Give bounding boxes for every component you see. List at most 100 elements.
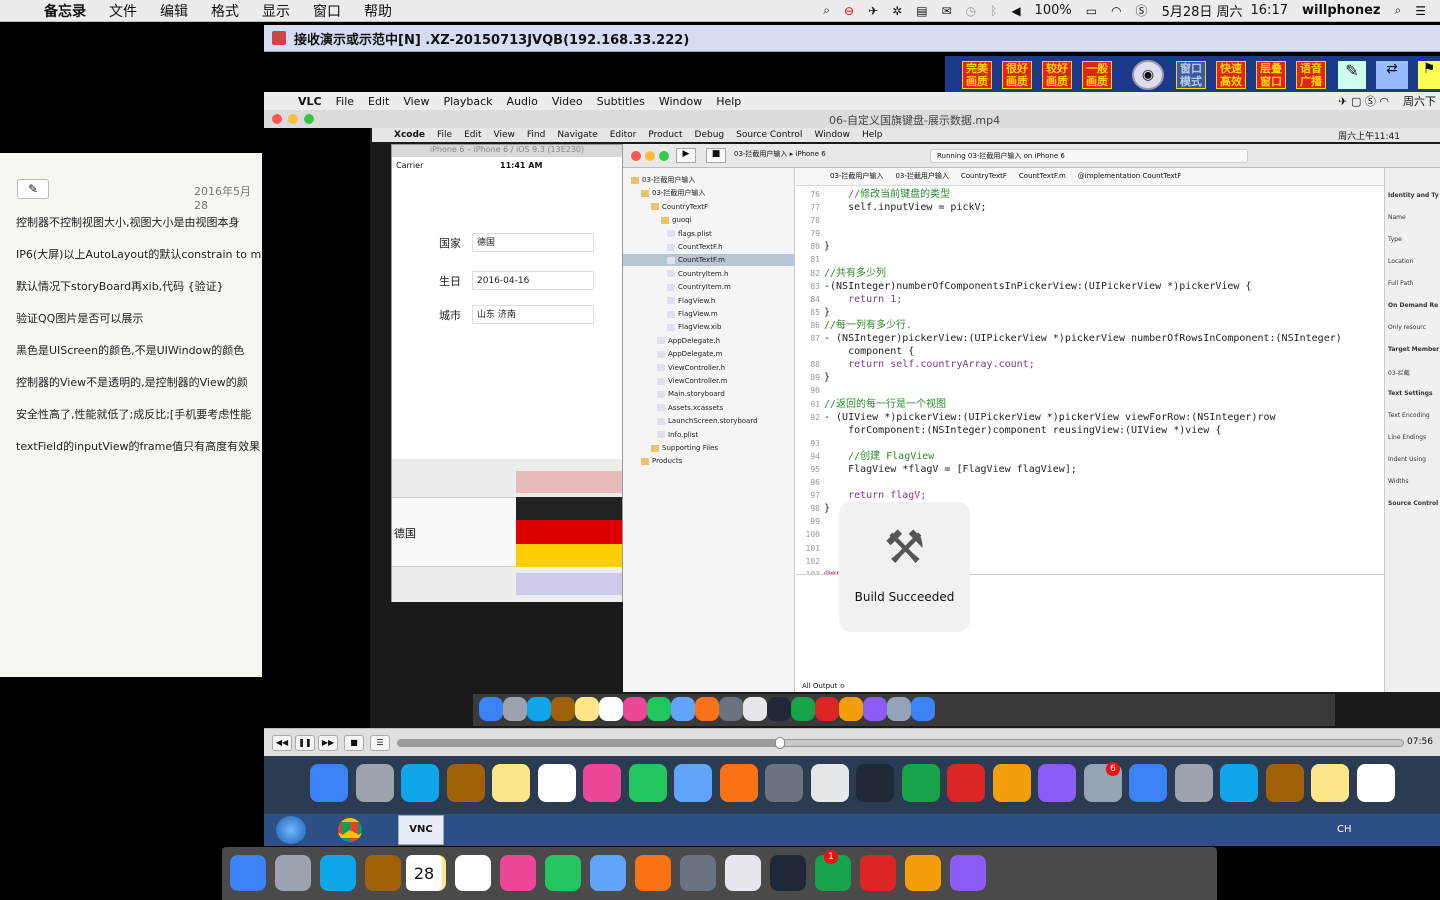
dock-app-icon[interactable] xyxy=(680,855,716,891)
remote-dock-app-icon[interactable] xyxy=(1311,764,1349,802)
dock-app-icon[interactable] xyxy=(590,855,626,891)
remote-dock-app-icon[interactable] xyxy=(355,764,394,802)
display-icon[interactable]: ▤ xyxy=(916,4,927,18)
navigator-item[interactable]: Info.plist xyxy=(623,429,794,441)
xcode-menu-debug[interactable]: Debug xyxy=(695,130,725,140)
navigator-item[interactable]: FlagView.xib xyxy=(623,321,794,333)
bug-icon[interactable]: ✲ xyxy=(892,4,902,18)
cascade-window-button[interactable]: 层叠窗口 xyxy=(1256,61,1286,89)
close-button[interactable] xyxy=(631,151,641,161)
note-line[interactable]: 默认情况下storyBoard再xib,代码 {验证} xyxy=(16,278,262,294)
inner-dock-app-icon[interactable] xyxy=(743,697,767,721)
inner-dock-app-icon[interactable] xyxy=(623,697,647,721)
code-line[interactable]: //返回的每一行是一个视图 xyxy=(824,398,1342,411)
remote-dock-app-icon[interactable] xyxy=(901,764,940,802)
code-line[interactable]: return flagV; xyxy=(824,489,1342,502)
code-line[interactable]: - (UIView *)pickerView:(UIPickerView *)p… xyxy=(824,411,1342,424)
network-icon[interactable]: ✈ xyxy=(868,4,878,18)
navigator-item[interactable]: LaunchScreen.storyboard xyxy=(623,415,794,427)
search-icon[interactable]: ⌕ xyxy=(1395,3,1402,18)
dock-app-icon[interactable] xyxy=(275,855,311,891)
vlc-menu-subtitles[interactable]: Subtitles xyxy=(597,95,645,108)
vlc-menu-window[interactable]: Window xyxy=(659,95,702,108)
remote-dock-app-icon[interactable] xyxy=(992,764,1031,802)
forward-button[interactable]: ▶▶ xyxy=(318,735,338,751)
vlc-menu-video[interactable]: Video xyxy=(552,95,583,108)
remote-dock-app-icon[interactable] xyxy=(1265,764,1304,802)
minimize-button[interactable] xyxy=(288,114,298,124)
user-label[interactable]: willphonez xyxy=(1302,3,1381,18)
tool-icon[interactable]: ⚑ xyxy=(1418,61,1440,89)
stop-icon[interactable]: ⊖ xyxy=(844,4,854,18)
remote-dock-app-icon[interactable] xyxy=(492,764,530,802)
window-mode-button[interactable]: 窗口模式 xyxy=(1176,61,1206,89)
volume-icon[interactable]: ◀ xyxy=(1011,4,1020,18)
rewind-button[interactable]: ◀◀ xyxy=(272,735,292,751)
inner-dock-app-icon[interactable] xyxy=(527,697,551,721)
seek-bar[interactable] xyxy=(397,737,1404,749)
navigator-item[interactable]: 03-拦截用户输入 xyxy=(623,187,794,199)
battery-icon[interactable]: ▭ xyxy=(1086,4,1097,18)
menu-item-window[interactable]: 窗口 xyxy=(313,1,341,21)
code-line[interactable]: return 1; xyxy=(824,293,1342,306)
zoom-button[interactable] xyxy=(659,151,669,161)
note-line[interactable]: 验证QQ图片是否可以展示 xyxy=(16,310,262,326)
code-line[interactable]: //创建 FlagView xyxy=(824,450,1342,463)
quality-perfect-button[interactable]: 完美画质 xyxy=(962,61,992,89)
start-button[interactable] xyxy=(276,816,306,844)
minimize-button[interactable] xyxy=(645,151,655,161)
navigator-item[interactable]: 03-拦截用户输入 xyxy=(623,174,794,186)
code-line[interactable]: FlagView *flagV = [FlagView flagView]; xyxy=(824,463,1342,476)
xcode-menu-view[interactable]: View xyxy=(494,130,515,140)
code-line[interactable] xyxy=(824,253,1342,266)
breadcrumb-item[interactable]: 03-拦截用户输入 xyxy=(830,170,883,183)
menu-item-help[interactable]: 帮助 xyxy=(364,1,392,21)
remote-dock-app-icon[interactable] xyxy=(1356,764,1395,802)
battery-percent[interactable]: 100% xyxy=(1035,3,1072,18)
xcode-menu-edit[interactable]: Edit xyxy=(464,130,481,140)
menu-item-file[interactable]: 文件 xyxy=(109,1,137,21)
compose-icon[interactable]: ✎ xyxy=(17,179,49,199)
navigator-item[interactable]: Products xyxy=(623,455,794,467)
dock-app-icon[interactable] xyxy=(455,855,491,891)
vlc-menu-help[interactable]: Help xyxy=(716,95,741,108)
code-line[interactable]: } xyxy=(824,240,1342,253)
remote-dock-app-icon[interactable] xyxy=(537,764,576,802)
calendar-icon[interactable]: 28 xyxy=(406,855,442,891)
code-line[interactable]: //修改当前键盘的类型 xyxy=(824,188,1342,201)
seek-knob[interactable] xyxy=(774,737,785,749)
xcode-menu-source-control[interactable]: Source Control xyxy=(736,130,802,140)
remote-dock-app-icon[interactable] xyxy=(1038,764,1076,802)
note-line[interactable]: 控制器不控制视图大小,视图大小是由视图本身 xyxy=(16,214,262,230)
xcode-menu-editor[interactable]: Editor xyxy=(610,130,637,140)
bluetooth-icon[interactable]: ᛒ xyxy=(990,4,997,18)
stop-button[interactable]: ■ xyxy=(706,148,726,163)
navigator-item[interactable]: AppDelegate.h xyxy=(623,335,794,347)
inner-dock-app-icon[interactable] xyxy=(647,697,671,721)
remote-dock-app-icon[interactable] xyxy=(1174,764,1213,802)
remote-dock-app-icon[interactable] xyxy=(583,764,621,802)
dock-app-icon[interactable] xyxy=(725,855,761,891)
navigator-item[interactable]: AppDelegate.m xyxy=(623,348,794,360)
list-icon[interactable]: ☰ xyxy=(1415,4,1426,18)
navigator-item[interactable]: FlagView.h xyxy=(623,295,794,307)
wifi-icon[interactable]: ◠ xyxy=(1111,4,1121,18)
dock-app-icon[interactable] xyxy=(635,855,671,891)
zoom-button[interactable] xyxy=(304,114,314,124)
code-line[interactable]: //每一列有多少行. xyxy=(824,319,1342,332)
code-line[interactable] xyxy=(824,476,1342,489)
remote-dock-app-icon[interactable] xyxy=(719,764,758,802)
stop-button[interactable]: ■ xyxy=(344,735,364,751)
eye-icon[interactable]: ◉ xyxy=(1132,60,1164,90)
vlc-menu-playback[interactable]: Playback xyxy=(443,95,492,108)
navigator-item[interactable]: Supporting Files xyxy=(623,442,794,454)
navigator-item[interactable]: CountryItem.h xyxy=(623,268,794,280)
xcode-menu-file[interactable]: File xyxy=(437,130,452,140)
xcode-menu-navigate[interactable]: Navigate xyxy=(557,130,597,140)
navigator-item[interactable]: flags.plist xyxy=(623,228,794,240)
inner-dock-app-icon[interactable] xyxy=(599,697,623,721)
close-button[interactable] xyxy=(272,114,282,124)
remote-dock-app-icon[interactable] xyxy=(947,764,985,802)
dock-app-icon[interactable] xyxy=(320,855,356,891)
code-line[interactable]: -(NSInteger)numberOfComponentsInPickerVi… xyxy=(824,280,1342,293)
